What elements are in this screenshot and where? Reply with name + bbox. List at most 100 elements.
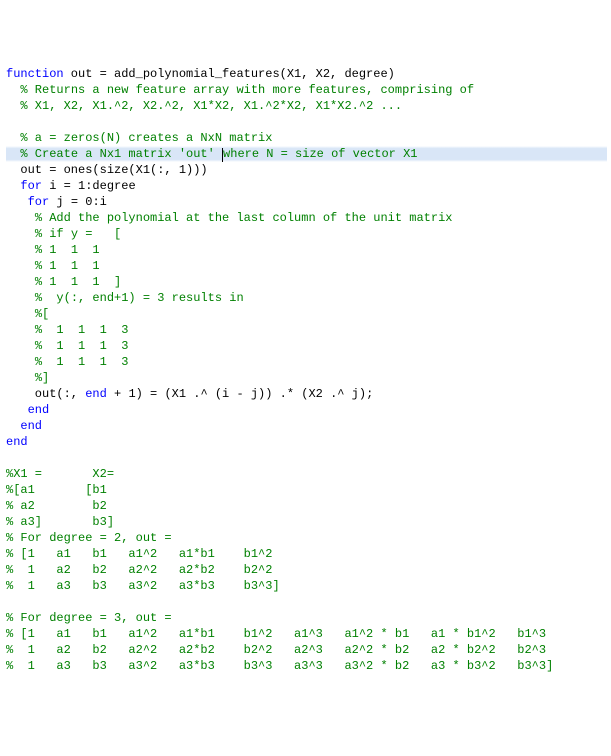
code-line[interactable]: %[ (6, 306, 607, 322)
code-segment: for (20, 179, 42, 193)
code-segment (6, 355, 35, 369)
code-segment (6, 131, 20, 145)
code-segment: i = (42, 179, 78, 193)
code-segment: % 1 1 1 3 (35, 323, 129, 337)
code-line[interactable]: % For degree = 2, out = (6, 530, 607, 546)
code-line[interactable] (6, 450, 607, 466)
code-segment: % a2 b2 (6, 499, 107, 513)
code-segment: :degree (85, 179, 135, 193)
code-line[interactable]: out(:, end + 1) = (X1 .^ (i - j)) .* (X2… (6, 386, 607, 402)
code-segment: % [1 a1 b1 a1^2 a1*b1 b1^2 (6, 547, 272, 561)
code-segment: + (107, 387, 129, 401)
code-segment: ))) (186, 163, 208, 177)
code-segment: % 1 1 1 3 (35, 339, 129, 353)
code-line[interactable]: % For degree = 3, out = (6, 610, 607, 626)
code-segment (6, 403, 28, 417)
code-segment: function (6, 67, 64, 81)
code-segment: % Returns a new feature array with more … (20, 83, 474, 97)
code-segment: % 1 a3 b3 a3^2 a3*b3 b3^3] (6, 579, 280, 593)
code-segment: % Create a Nx1 matrix 'out' (20, 147, 222, 161)
code-segment: % X1, X2, X1.^2, X2.^2, X1*X2, X1.^2*X2,… (20, 99, 402, 113)
code-segment: % 1 a2 b2 a2^2 a2*b2 b2^2 (6, 563, 272, 577)
code-segment: % Add the polynomial at the last column … (35, 211, 453, 225)
code-segment: % 1 a2 b2 a2^2 a2*b2 b2^2 a2^3 a2^2 * b2… (6, 643, 546, 657)
code-line[interactable]: % 1 1 1 (6, 258, 607, 274)
code-line[interactable]: % 1 a3 b3 a3^2 a3*b3 b3^3 a3^3 a3^2 * b2… (6, 658, 607, 674)
code-line[interactable]: % 1 a3 b3 a3^2 a3*b3 b3^3] (6, 578, 607, 594)
code-segment: for (28, 195, 50, 209)
code-segment (6, 323, 35, 337)
code-segment: 1 (128, 387, 135, 401)
code-segment: end (20, 419, 42, 433)
code-segment (6, 451, 13, 465)
code-line[interactable]: % Create a Nx1 matrix 'out' where N = si… (6, 146, 607, 162)
code-line[interactable]: % [1 a1 b1 a1^2 a1*b1 b1^2 a1^3 a1^2 * b… (6, 626, 607, 642)
code-segment (6, 115, 13, 129)
code-line[interactable]: % 1 a2 b2 a2^2 a2*b2 b2^2 a2^3 a2^2 * b2… (6, 642, 607, 658)
code-segment: % 1 a3 b3 a3^2 a3*b3 b3^3 a3^3 a3^2 * b2… (6, 659, 553, 673)
code-line[interactable]: % a = zeros(N) creates a NxN matrix (6, 130, 607, 146)
code-line[interactable]: %[a1 [b1 (6, 482, 607, 498)
code-line[interactable]: function out = add_polynomial_features(X… (6, 66, 607, 82)
code-segment (6, 211, 35, 225)
code-line[interactable] (6, 114, 607, 130)
code-segment: % [1 a1 b1 a1^2 a1*b1 b1^2 a1^3 a1^2 * b… (6, 627, 546, 641)
code-segment (6, 147, 20, 161)
code-segment: % For degree = 3, out = (6, 611, 172, 625)
code-line[interactable]: %X1 = X2= (6, 466, 607, 482)
code-segment: % For degree = 2, out = (6, 531, 172, 545)
code-segment: j = (49, 195, 85, 209)
code-line[interactable]: % 1 1 1 3 (6, 338, 607, 354)
code-line[interactable]: % if y = [ (6, 226, 607, 242)
code-segment (6, 419, 20, 433)
code-editor[interactable]: function out = add_polynomial_features(X… (0, 64, 611, 676)
code-segment: % a3] b3] (6, 515, 114, 529)
code-segment: out = add_polynomial_features(X1, X2, de… (64, 67, 395, 81)
code-line[interactable]: % [1 a1 b1 a1^2 a1*b1 b1^2 (6, 546, 607, 562)
code-line[interactable]: out = ones(size(X1(:, 1))) (6, 162, 607, 178)
code-line[interactable]: %] (6, 370, 607, 386)
code-line[interactable]: end (6, 402, 607, 418)
code-segment: :i (92, 195, 106, 209)
code-segment: end (6, 435, 28, 449)
code-line[interactable]: % 1 1 1 3 (6, 322, 607, 338)
code-segment: % 1 1 1 3 (35, 355, 129, 369)
code-segment: % a = zeros(N) creates a NxN matrix (20, 131, 272, 145)
code-segment: % 1 1 1 (35, 243, 100, 257)
code-segment (6, 339, 35, 353)
code-line[interactable]: % 1 1 1 ] (6, 274, 607, 290)
code-line[interactable]: % Returns a new feature array with more … (6, 82, 607, 98)
code-line[interactable]: % X1, X2, X1.^2, X2.^2, X1*X2, X1.^2*X2,… (6, 98, 607, 114)
code-segment: ) = (X1 .^ (i - j)) .* (X2 .^ j); (136, 387, 374, 401)
code-segment: where N = size of vector X1 (223, 147, 417, 161)
code-segment: end (85, 387, 107, 401)
code-line[interactable]: % 1 1 1 (6, 242, 607, 258)
code-segment (6, 595, 13, 609)
code-line[interactable]: end (6, 418, 607, 434)
code-segment (6, 83, 20, 97)
code-segment (6, 179, 20, 193)
code-line[interactable]: % Add the polynomial at the last column … (6, 210, 607, 226)
code-line[interactable]: % 1 1 1 3 (6, 354, 607, 370)
code-line[interactable]: end (6, 434, 607, 450)
code-line[interactable] (6, 594, 607, 610)
code-segment: 1 (179, 163, 186, 177)
code-segment: %] (35, 371, 49, 385)
code-segment: % if y = [ (35, 227, 121, 241)
code-segment (6, 227, 35, 241)
code-line[interactable]: % y(:, end+1) = 3 results in (6, 290, 607, 306)
code-segment: % 1 1 1 ] (35, 275, 121, 289)
code-line[interactable]: % a2 b2 (6, 498, 607, 514)
code-segment: out(:, (6, 387, 85, 401)
code-segment (6, 195, 28, 209)
code-segment: out = ones(size(X1(:, (6, 163, 179, 177)
code-line[interactable]: % 1 a2 b2 a2^2 a2*b2 b2^2 (6, 562, 607, 578)
code-segment: % y(:, end+1) = 3 results in (35, 291, 244, 305)
code-segment (6, 99, 20, 113)
code-line[interactable]: % a3] b3] (6, 514, 607, 530)
code-segment: %X1 = X2= (6, 467, 114, 481)
code-segment (6, 307, 35, 321)
code-segment (6, 371, 35, 385)
code-line[interactable]: for i = 1:degree (6, 178, 607, 194)
code-line[interactable]: for j = 0:i (6, 194, 607, 210)
